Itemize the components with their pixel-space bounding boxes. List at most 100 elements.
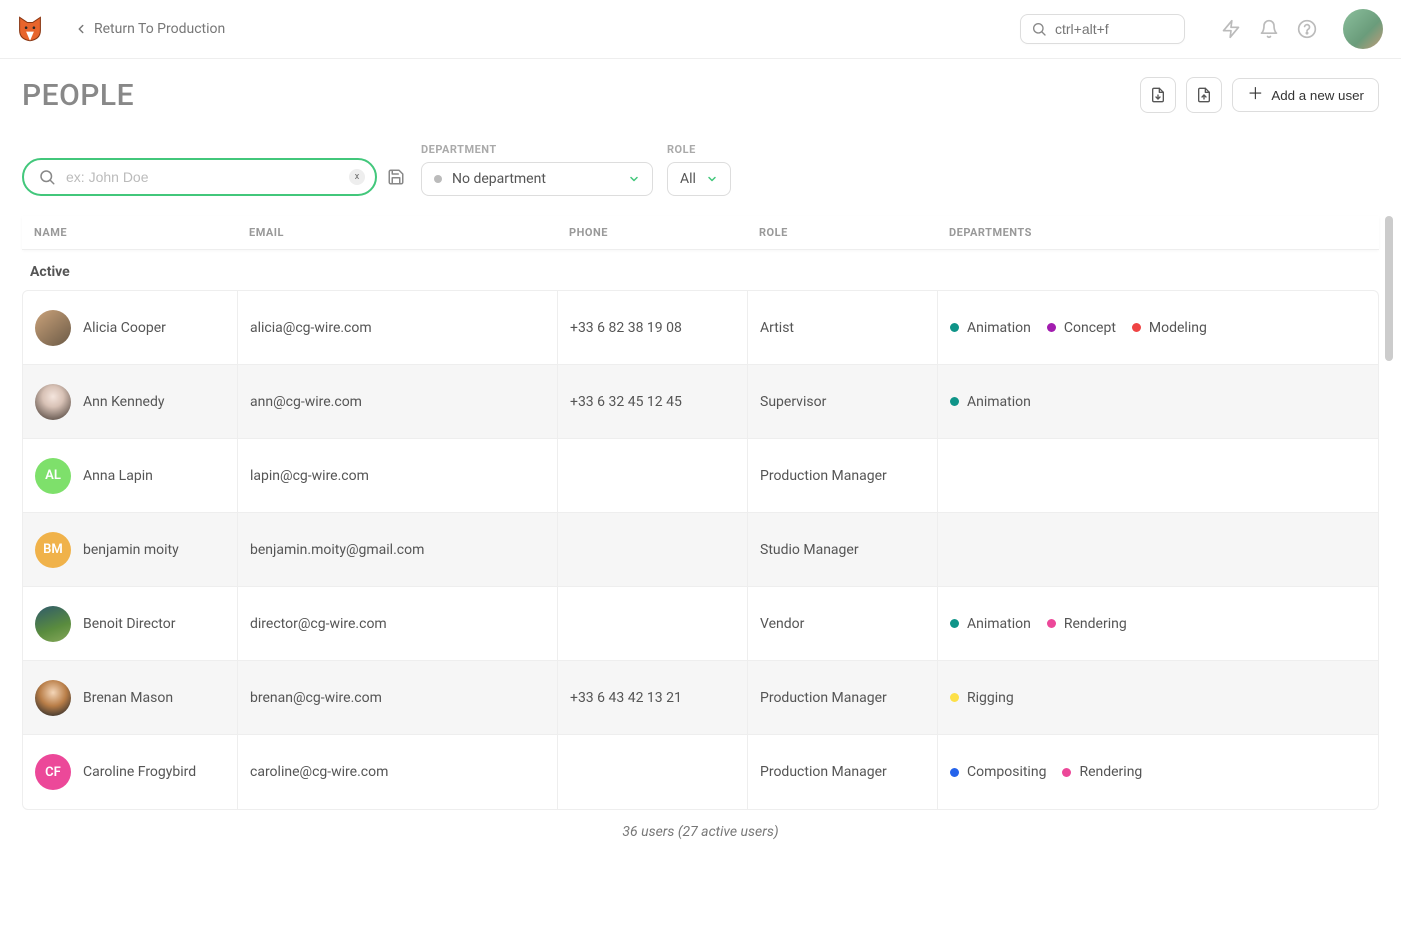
table-row[interactable]: Brenan Masonbrenan@cg-wire.com+33 6 43 4…	[23, 661, 1378, 735]
export-button[interactable]	[1186, 77, 1222, 113]
department-tag: Compositing	[950, 764, 1046, 780]
department-tag-label: Compositing	[967, 764, 1046, 780]
user-departments: Rigging	[938, 661, 1378, 734]
department-tag-label: Rendering	[1064, 616, 1127, 632]
user-role: Production Manager	[748, 439, 938, 512]
global-search-input[interactable]	[1055, 21, 1236, 37]
page-title: PEOPLE	[22, 78, 134, 113]
role-filter[interactable]: All	[667, 162, 731, 196]
search-icon	[38, 168, 56, 186]
user-phone: +33 6 82 38 19 08	[558, 291, 748, 364]
user-email: lapin@cg-wire.com	[238, 439, 558, 512]
table-header: NAME EMAIL PHONE ROLE DEPARTMENTS	[22, 216, 1379, 250]
file-export-icon	[1196, 87, 1212, 103]
file-import-icon	[1150, 87, 1166, 103]
avatar	[35, 680, 71, 716]
save-icon	[387, 168, 405, 186]
table-row[interactable]: BMbenjamin moitybenjamin.moity@gmail.com…	[23, 513, 1378, 587]
dot-icon	[1047, 619, 1056, 628]
chevron-down-icon	[706, 173, 718, 185]
user-departments: Animation Rendering	[938, 587, 1378, 660]
role-filter-value: All	[680, 171, 696, 187]
user-email: brenan@cg-wire.com	[238, 661, 558, 734]
save-search-button[interactable]	[385, 166, 407, 188]
avatar: AL	[35, 458, 71, 494]
search-icon	[1031, 21, 1047, 37]
dot-icon	[1047, 323, 1056, 332]
plus-icon: ＋	[1247, 87, 1263, 103]
department-tag-label: Animation	[967, 616, 1031, 632]
avatar: BM	[35, 532, 71, 568]
user-avatar[interactable]	[1343, 9, 1383, 49]
table-footer: 36 users (27 active users)	[22, 810, 1379, 846]
breadcrumb[interactable]: Return To Production	[74, 21, 225, 37]
table-row[interactable]: Benoit Director director@cg-wire.com Vendo…	[23, 587, 1378, 661]
bell-icon[interactable]	[1259, 19, 1279, 39]
dot-icon	[950, 323, 959, 332]
clear-search-button[interactable]: x	[349, 169, 365, 185]
user-name: benjamin moity	[83, 542, 179, 558]
user-name: Benoit Director	[83, 616, 175, 632]
user-name: Anna Lapin	[83, 468, 153, 484]
avatar	[35, 606, 71, 642]
table-row[interactable]: Ann Kennedyann@cg-wire.com+33 6 32 45 12…	[23, 365, 1378, 439]
user-phone	[558, 439, 748, 512]
department-tag: Animation	[950, 320, 1031, 336]
people-search-input[interactable]	[66, 169, 335, 185]
col-departments: DEPARTMENTS	[949, 226, 1367, 239]
user-role: Vendor	[748, 587, 938, 660]
col-role: ROLE	[759, 226, 949, 239]
users-table: NAME EMAIL PHONE ROLE DEPARTMENTS Active…	[22, 216, 1379, 810]
app-logo[interactable]	[10, 16, 50, 42]
user-email: caroline@cg-wire.com	[238, 735, 558, 809]
user-email: director@cg-wire.com	[238, 587, 558, 660]
dot-icon	[950, 619, 959, 628]
department-tag-label: Animation	[967, 320, 1031, 336]
department-tag: Animation	[950, 394, 1031, 410]
add-user-button[interactable]: ＋ Add a new user	[1232, 78, 1379, 112]
section-active: Active	[22, 250, 1379, 290]
global-search[interactable]	[1020, 14, 1185, 44]
user-phone	[558, 513, 748, 586]
user-email: ann@cg-wire.com	[238, 365, 558, 438]
user-role: Production Manager	[748, 735, 938, 809]
chevron-down-icon	[628, 173, 640, 185]
help-icon[interactable]	[1297, 19, 1317, 39]
add-user-label: Add a new user	[1271, 88, 1364, 103]
user-departments: Compositing Rendering	[938, 735, 1378, 809]
dot-icon	[950, 768, 959, 777]
topbar: Return To Production	[0, 0, 1401, 59]
col-phone: PHONE	[569, 226, 759, 239]
department-tag: Animation	[950, 616, 1031, 632]
dot-icon	[1132, 323, 1141, 332]
user-departments	[938, 439, 1378, 512]
dot-icon	[434, 175, 442, 183]
user-name: Brenan Mason	[83, 690, 173, 706]
avatar	[35, 384, 71, 420]
dot-icon	[950, 693, 959, 702]
user-email: alicia@cg-wire.com	[238, 291, 558, 364]
table-row[interactable]: AL Anna Lapin lapin@cg-wire.com Production …	[23, 439, 1378, 513]
dot-icon	[950, 397, 959, 406]
import-button[interactable]	[1140, 77, 1176, 113]
breadcrumb-label: Return To Production	[94, 21, 225, 37]
scrollbar[interactable]	[1385, 216, 1393, 361]
department-tag: Rendering	[1062, 764, 1142, 780]
avatar	[35, 310, 71, 346]
col-name: NAME	[34, 226, 249, 239]
user-name: Alicia Cooper	[83, 320, 166, 336]
table-row[interactable]: Alicia Cooper alicia@cg-wire.com+33 6 82 …	[23, 291, 1378, 365]
bolt-icon[interactable]	[1221, 19, 1241, 39]
user-role: Studio Manager	[748, 513, 938, 586]
department-tag-label: Modeling	[1149, 320, 1207, 336]
department-tag-label: Rigging	[967, 690, 1014, 706]
table-row[interactable]: CFCaroline Frogybirdcaroline@cg-wire.com…	[23, 735, 1378, 809]
department-filter[interactable]: No department	[421, 162, 653, 196]
avatar: CF	[35, 754, 71, 790]
people-search[interactable]: x	[22, 158, 377, 196]
user-name: Ann Kennedy	[83, 394, 165, 410]
user-role: Supervisor	[748, 365, 938, 438]
user-departments: Animation	[938, 365, 1378, 438]
user-role: Artist	[748, 291, 938, 364]
user-departments: AnimationConceptModeling	[938, 291, 1378, 364]
